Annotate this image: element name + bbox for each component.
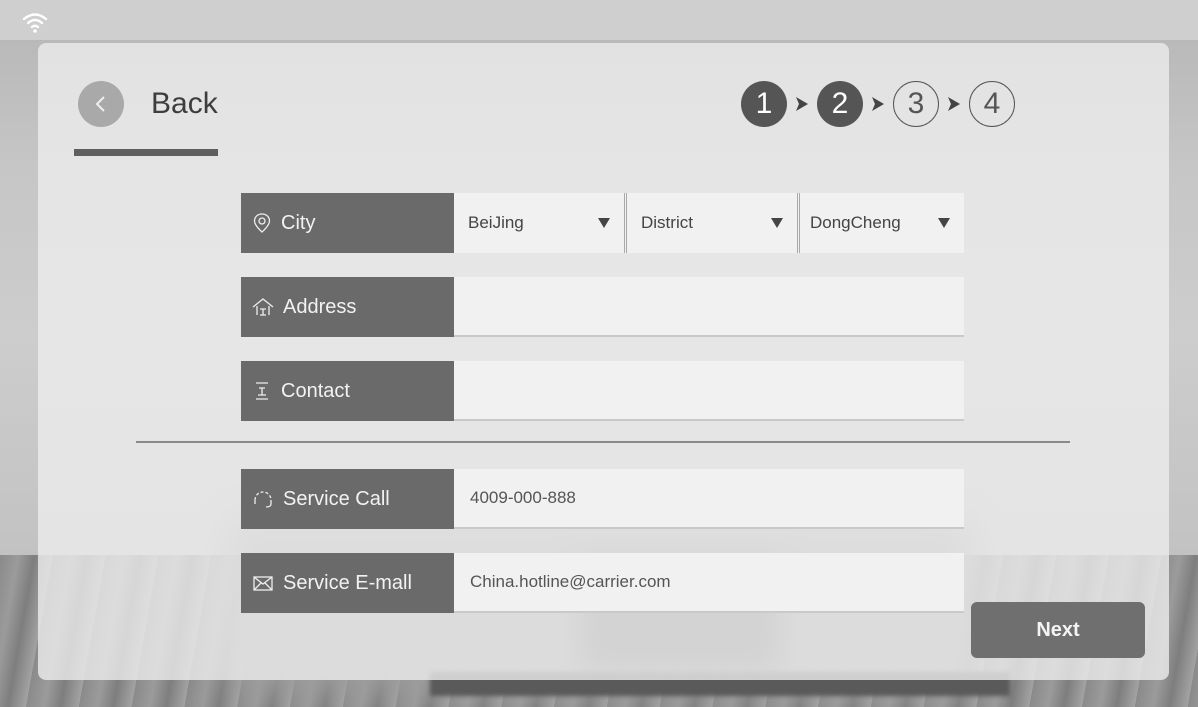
service-email-row: Service E-mall China.hotline@carrier.com — [241, 553, 964, 613]
step-3: 3 — [893, 81, 939, 127]
contact-label: Contact — [241, 361, 454, 421]
back-underline — [74, 149, 218, 156]
dropdown-arrow-icon — [938, 218, 950, 228]
address-row: Address — [241, 277, 964, 337]
service-call-label: Service Call — [241, 469, 454, 529]
service-call-row: Service Call 4009-000-888 — [241, 469, 964, 529]
service-email-label-text: Service E-mall — [283, 571, 412, 594]
address-input[interactable] — [454, 277, 964, 337]
contact-input[interactable] — [454, 361, 964, 421]
contact-row: Contact — [241, 361, 964, 421]
step-1: 1 — [741, 81, 787, 127]
contact-icon — [256, 382, 268, 400]
back-button[interactable]: Back — [78, 81, 218, 127]
chevron-right-icon — [863, 95, 893, 113]
address-label: Address — [241, 277, 454, 337]
next-button[interactable]: Next — [971, 602, 1145, 658]
chevron-right-icon — [787, 95, 817, 113]
headset-icon — [254, 491, 272, 508]
step-2: 2 — [817, 81, 863, 127]
city-label: City — [241, 193, 454, 253]
contact-label-text: Contact — [281, 379, 350, 402]
city-select-value: BeiJing — [468, 213, 524, 232]
service-call-label-text: Service Call — [283, 487, 390, 510]
dropdown-arrow-icon — [598, 218, 610, 228]
setup-panel: Back 1 2 3 4 City BeiJing District DongC… — [38, 43, 1169, 680]
service-email-label: Service E-mall — [241, 553, 454, 613]
chevron-left-icon — [78, 81, 124, 127]
area-select-value: DongCheng — [810, 213, 901, 232]
home-icon — [252, 298, 274, 316]
step-indicator: 1 2 3 4 — [741, 81, 1015, 127]
mail-icon — [253, 576, 273, 591]
location-pin-icon — [253, 213, 271, 233]
address-label-text: Address — [283, 295, 357, 318]
wifi-icon — [22, 13, 48, 33]
area-select[interactable]: DongCheng — [800, 193, 964, 253]
district-select[interactable]: District — [627, 193, 800, 253]
city-selects: BeiJing District DongCheng — [454, 193, 964, 253]
chevron-right-icon — [939, 95, 969, 113]
service-call-value: 4009-000-888 — [454, 469, 964, 529]
back-label: Back — [151, 87, 218, 120]
step-4: 4 — [969, 81, 1015, 127]
section-divider — [136, 441, 1070, 443]
service-email-value: China.hotline@carrier.com — [454, 553, 964, 613]
dropdown-arrow-icon — [771, 218, 783, 228]
district-select-value: District — [641, 213, 693, 232]
city-row: City BeiJing District DongCheng — [241, 193, 964, 253]
city-select[interactable]: BeiJing — [454, 193, 627, 253]
city-label-text: City — [281, 211, 316, 234]
